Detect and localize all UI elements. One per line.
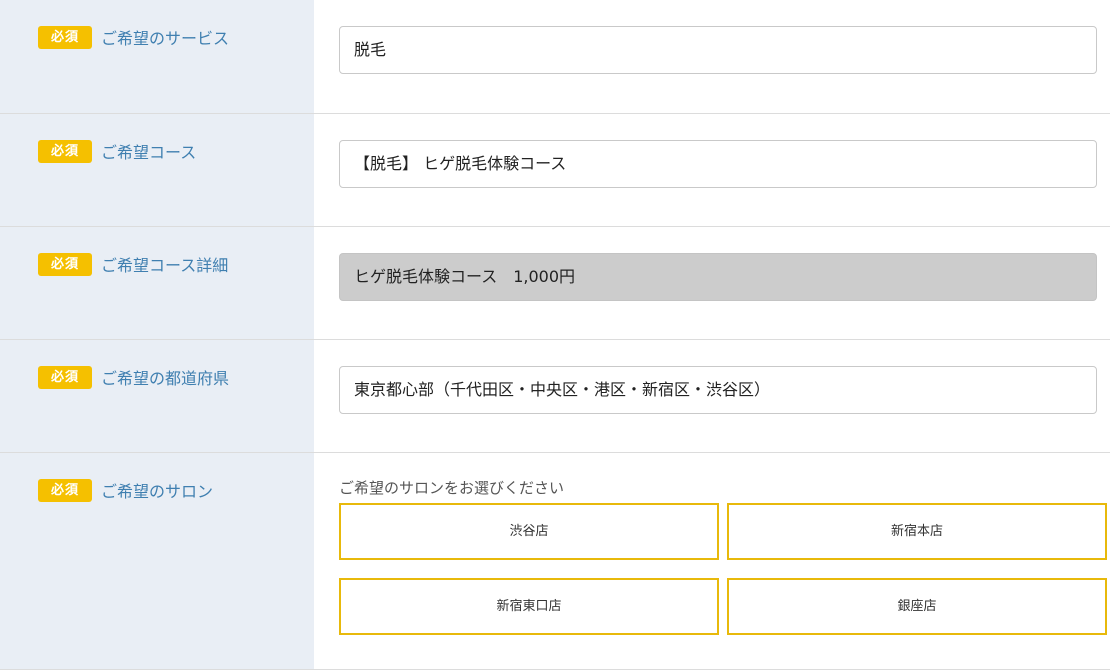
field-cell: 【脱毛】 ヒゲ脱毛体験コース — [314, 114, 1110, 226]
salon-label: ご希望のサロン — [101, 482, 214, 501]
row-course: 必須 ご希望コース 【脱毛】 ヒゲ脱毛体験コース — [0, 114, 1110, 227]
label-cell: 必須 ご希望の都道府県 — [0, 340, 314, 452]
salon-button-shinjuku-main[interactable]: 新宿本店 — [727, 503, 1107, 560]
field-cell: 脱毛 — [314, 0, 1110, 113]
field-cell: ご希望のサロンをお選びください 渋谷店 新宿本店 新宿東口店 銀座店 — [314, 453, 1110, 669]
required-badge: 必須 — [38, 479, 92, 502]
required-badge: 必須 — [38, 253, 92, 276]
label-cell: 必須 ご希望コース詳細 — [0, 227, 314, 339]
label-cell: 必須 ご希望のサロン — [0, 453, 314, 669]
field-cell: 東京都心部（千代田区・中央区・港区・新宿区・渋谷区） — [314, 340, 1110, 452]
salon-button-ginza[interactable]: 銀座店 — [727, 578, 1107, 635]
course-select[interactable]: 【脱毛】 ヒゲ脱毛体験コース — [339, 140, 1097, 188]
row-salon: 必須 ご希望のサロン ご希望のサロンをお選びください 渋谷店 新宿本店 新宿東口… — [0, 453, 1110, 670]
service-label: ご希望のサービス — [101, 29, 230, 48]
label-cell: 必須 ご希望コース — [0, 114, 314, 226]
required-badge: 必須 — [38, 140, 92, 163]
salon-button-shinjuku-east[interactable]: 新宿東口店 — [339, 578, 719, 635]
field-cell: ヒゲ脱毛体験コース 1,000円 — [314, 227, 1110, 339]
course-detail-field: ヒゲ脱毛体験コース 1,000円 — [339, 253, 1097, 301]
required-badge: 必須 — [38, 366, 92, 389]
reservation-form: 必須 ご希望のサービス 脱毛 必須 ご希望コース 【脱毛】 ヒゲ脱毛体験コース … — [0, 0, 1110, 670]
required-badge: 必須 — [38, 26, 92, 49]
prefecture-label: ご希望の都道府県 — [101, 369, 230, 388]
service-select[interactable]: 脱毛 — [339, 26, 1097, 74]
course-detail-label: ご希望コース詳細 — [101, 256, 229, 275]
salon-button-shibuya[interactable]: 渋谷店 — [339, 503, 719, 560]
salon-hint: ご希望のサロンをお選びください — [339, 479, 565, 497]
course-label: ご希望コース — [101, 143, 197, 162]
row-course-detail: 必須 ご希望コース詳細 ヒゲ脱毛体験コース 1,000円 — [0, 227, 1110, 340]
prefecture-select[interactable]: 東京都心部（千代田区・中央区・港区・新宿区・渋谷区） — [339, 366, 1097, 414]
label-cell: 必須 ご希望のサービス — [0, 0, 314, 113]
row-prefecture: 必須 ご希望の都道府県 東京都心部（千代田区・中央区・港区・新宿区・渋谷区） — [0, 340, 1110, 453]
row-service: 必須 ご希望のサービス 脱毛 — [0, 0, 1110, 114]
